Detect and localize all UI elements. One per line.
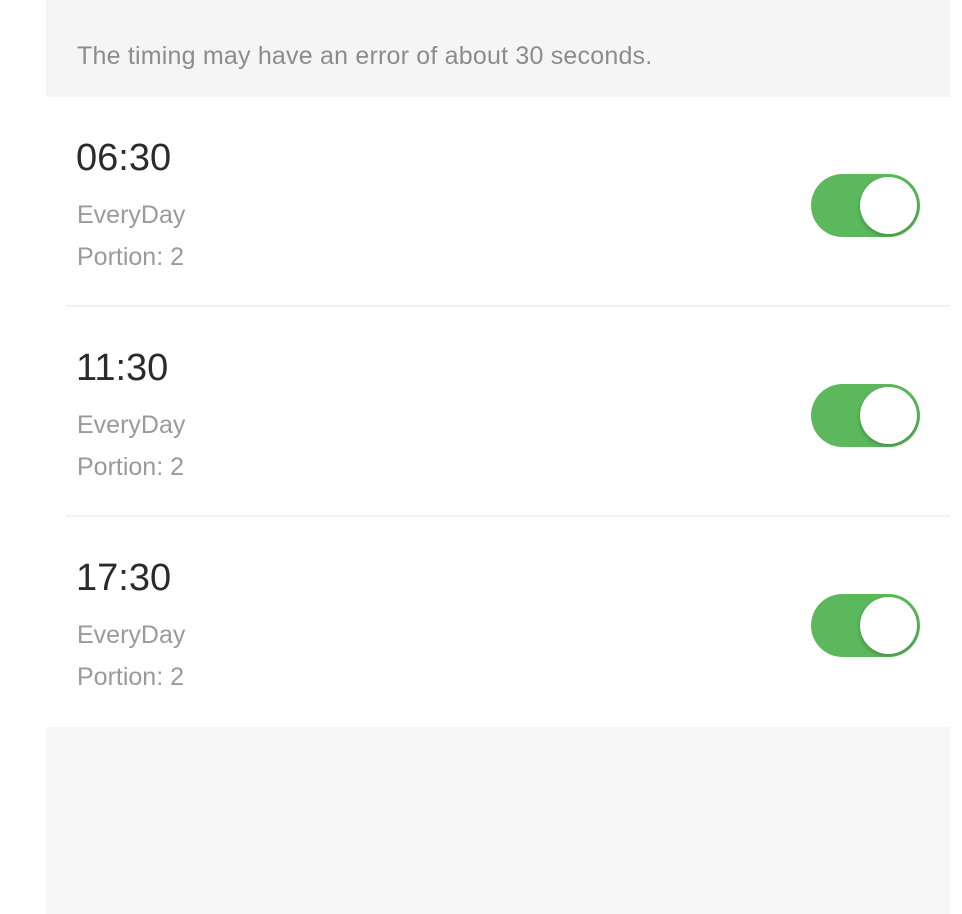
schedule-list: 06:30 EveryDay Portion: 2 11:30 EveryDay… bbox=[46, 97, 950, 727]
schedule-toggle[interactable] bbox=[811, 384, 920, 447]
schedule-row-3[interactable]: 17:30 EveryDay Portion: 2 bbox=[46, 517, 950, 727]
schedule-row-1[interactable]: 06:30 EveryDay Portion: 2 bbox=[46, 97, 950, 307]
schedule-portion: Portion: 2 bbox=[77, 243, 185, 271]
schedule-portion: Portion: 2 bbox=[77, 663, 185, 691]
schedule-time: 06:30 bbox=[76, 137, 172, 179]
toggle-knob bbox=[860, 597, 917, 654]
schedule-toggle[interactable] bbox=[811, 594, 920, 657]
schedule-time: 11:30 bbox=[76, 347, 169, 389]
empty-area bbox=[46, 727, 950, 914]
schedule-row-2[interactable]: 11:30 EveryDay Portion: 2 bbox=[46, 307, 950, 517]
toggle-knob bbox=[860, 387, 917, 444]
schedule-repeat: EveryDay bbox=[77, 411, 186, 439]
schedule-toggle[interactable] bbox=[811, 174, 920, 237]
feeding-schedule-screen: The timing may have an error of about 30… bbox=[46, 0, 950, 914]
schedule-repeat: EveryDay bbox=[77, 621, 186, 649]
timing-notice: The timing may have an error of about 30… bbox=[46, 0, 950, 97]
toggle-knob bbox=[860, 177, 917, 234]
schedule-repeat: EveryDay bbox=[77, 201, 186, 229]
schedule-portion: Portion: 2 bbox=[77, 453, 185, 481]
schedule-time: 17:30 bbox=[76, 557, 172, 599]
